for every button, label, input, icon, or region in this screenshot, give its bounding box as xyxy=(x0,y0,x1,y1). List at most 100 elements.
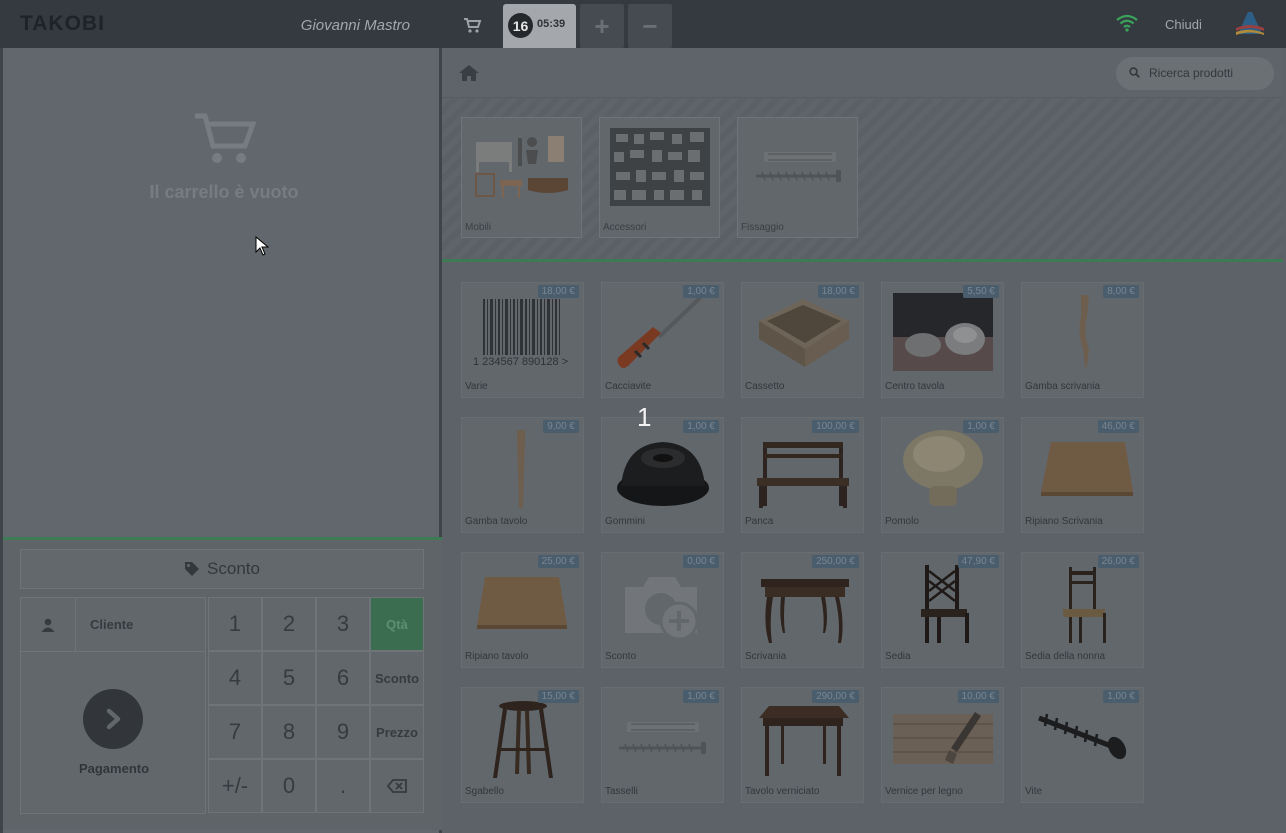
product-panca[interactable]: 100,00 € Panca xyxy=(741,417,864,533)
old-chair-image xyxy=(1063,567,1106,643)
category-fissaggio[interactable]: Fissaggio xyxy=(737,117,858,238)
product-gamba-tavolo[interactable]: 9,00 € Gamba tavolo xyxy=(461,417,584,533)
tag-icon xyxy=(185,562,200,576)
category-mobili[interactable]: Mobili xyxy=(461,117,582,238)
product-name: Centro tavola xyxy=(885,381,945,392)
search-input[interactable] xyxy=(1149,64,1267,82)
key-2[interactable]: 2 xyxy=(262,597,316,651)
furniture-image xyxy=(475,136,568,198)
product-centro-tavola[interactable]: 5,50 € Centro tavola xyxy=(881,282,1004,398)
discount-button[interactable]: Sconto xyxy=(20,549,424,589)
product-vite[interactable]: 1,00 € Vite xyxy=(1021,687,1144,803)
company-logo-icon xyxy=(1234,8,1266,40)
product-price: 46,00 € xyxy=(1097,420,1139,433)
centerpiece-image xyxy=(893,293,993,371)
customer-icon-cell xyxy=(21,598,76,651)
customer-button[interactable]: Cliente xyxy=(20,597,206,652)
payment-button[interactable]: Pagamento xyxy=(20,652,206,814)
rubber-foot-image xyxy=(617,442,709,506)
product-pomolo[interactable]: 1,00 € Pomolo xyxy=(881,417,1004,533)
product-scrivania[interactable]: 250,00 € Scrivania xyxy=(741,552,864,668)
new-order-button[interactable]: + xyxy=(580,4,624,48)
wood-paint-image xyxy=(893,712,993,764)
backspace-icon xyxy=(387,779,407,793)
user-icon xyxy=(41,618,55,632)
product-name: Ripiano Scrivania xyxy=(1025,516,1103,527)
product-name: Sconto xyxy=(605,651,637,662)
key-3[interactable]: 3 xyxy=(316,597,370,651)
chair-image xyxy=(921,565,969,643)
product-name: Vernice per legno xyxy=(885,786,963,797)
product-price: 26,00 € xyxy=(1097,555,1139,568)
product-price: 18,00 € xyxy=(537,285,579,298)
product-price: 0,00 € xyxy=(683,555,719,568)
product-name: Gamba scrivania xyxy=(1025,381,1101,392)
products-panel: Mobili Accessori Fissagg xyxy=(442,48,1286,833)
backspace-button[interactable] xyxy=(370,759,424,813)
desk-top-image xyxy=(1041,442,1133,496)
product-gommini[interactable]: 1,00 € Gommini xyxy=(601,417,724,533)
order-time: 05:39 xyxy=(537,18,566,30)
key-8[interactable]: 8 xyxy=(262,705,316,759)
category-accessori[interactable]: Accessori xyxy=(599,117,720,238)
product-price: 250,00 € xyxy=(812,555,859,568)
product-ripiano-scrivania[interactable]: 46,00 € Ripiano Scrivania xyxy=(1021,417,1144,533)
product-sedia-della-nonna[interactable]: 26,00 € Sedia della nonna xyxy=(1021,552,1144,668)
product-name: Panca xyxy=(745,516,774,527)
wifi-icon xyxy=(1116,14,1138,37)
knob-image xyxy=(903,430,983,506)
product-name: Cassetto xyxy=(745,381,785,392)
key-4[interactable]: 4 xyxy=(208,651,262,705)
payment-circle xyxy=(83,689,143,749)
bench-image xyxy=(757,442,849,508)
barcode-image: 1 234567 890128 > xyxy=(473,299,568,368)
product-price: 25,00 € xyxy=(537,555,579,568)
mode-discount-button[interactable]: Sconto xyxy=(370,651,424,705)
category-label: Accessori xyxy=(603,222,647,233)
product-vernice-per-legno[interactable]: 10,00 € Vernice per legno xyxy=(881,687,1004,803)
home-icon[interactable] xyxy=(458,64,480,87)
table-top-image xyxy=(477,577,567,629)
category-label: Mobili xyxy=(465,222,492,233)
mode-price-button[interactable]: Prezzo xyxy=(370,705,424,759)
product-cassetto[interactable]: 18,00 € Cassetto xyxy=(741,282,864,398)
product-cacciavite[interactable]: 1,00 € Cacciavite xyxy=(601,282,724,398)
numpad: 1 2 3 Qtà 4 5 6 Sconto 7 8 9 Prezzo +/- … xyxy=(208,597,424,814)
order-tab[interactable]: 16 05:39 xyxy=(503,4,576,48)
key-0[interactable]: 0 xyxy=(262,759,316,813)
product-sconto[interactable]: 0,00 € Sconto xyxy=(601,552,724,668)
product-name: Cacciavite xyxy=(605,381,652,392)
key-9[interactable]: 9 xyxy=(316,705,370,759)
order-panel: Il carrello è vuoto Sconto Cliente Pagam… xyxy=(0,48,442,833)
product-sgabello[interactable]: 15,00 € Sgabello xyxy=(461,687,584,803)
desk-leg-image xyxy=(1079,295,1089,367)
key-5[interactable]: 5 xyxy=(262,651,316,705)
camera-placeholder-icon xyxy=(625,577,699,641)
delete-order-button[interactable]: − xyxy=(628,4,672,48)
search-box[interactable] xyxy=(1116,57,1274,90)
wall-plug-image xyxy=(619,722,706,754)
key-6[interactable]: 6 xyxy=(316,651,370,705)
product-price: 10,00 € xyxy=(957,690,999,703)
close-button[interactable]: Chiudi xyxy=(1165,17,1202,32)
product-gamba-scrivania[interactable]: 8,00 € Gamba scrivania xyxy=(1021,282,1144,398)
drawer-image xyxy=(759,299,849,367)
key-1[interactable]: 1 xyxy=(208,597,262,651)
product-name: Vite xyxy=(1025,786,1043,797)
product-varie[interactable]: 1 234567 890128 > 18,00 € Varie xyxy=(461,282,584,398)
product-tasselli[interactable]: 1,00 € Tasselli xyxy=(601,687,724,803)
cart-button[interactable] xyxy=(452,6,494,46)
product-tavolo-verniciato[interactable]: 290,00 € Tavolo verniciato xyxy=(741,687,864,803)
key-dot[interactable]: . xyxy=(316,759,370,813)
product-sedia[interactable]: 47,90 € Sedia xyxy=(881,552,1004,668)
mode-quantity-button[interactable]: Qtà xyxy=(370,597,424,651)
product-ripiano-tavolo[interactable]: 25,00 € Ripiano tavolo xyxy=(461,552,584,668)
product-price: 8,00 € xyxy=(1103,285,1139,298)
product-price: 1,00 € xyxy=(683,420,719,433)
discount-label: Sconto xyxy=(207,559,260,578)
key-7[interactable]: 7 xyxy=(208,705,262,759)
product-name: Sgabello xyxy=(465,786,504,797)
quantity-feedback: 1 xyxy=(637,402,652,432)
cashier-name[interactable]: Giovanni Mastro xyxy=(250,17,410,34)
key-sign[interactable]: +/- xyxy=(208,759,262,813)
